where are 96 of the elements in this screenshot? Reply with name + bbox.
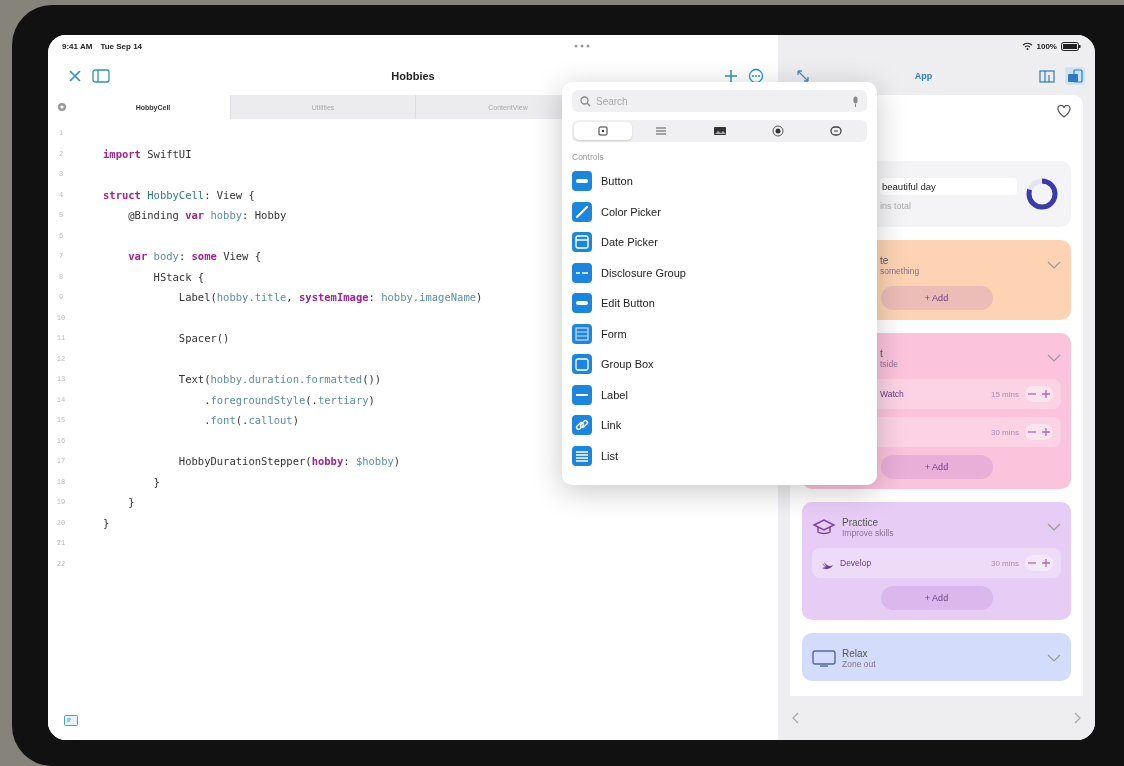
category-subtitle: Improve skills bbox=[842, 527, 895, 538]
sidebar-icon[interactable] bbox=[92, 69, 110, 83]
code-line: Label(hobby.title, systemImage: hobby.imageName) bbox=[177, 291, 483, 304]
console-icon[interactable] bbox=[64, 714, 78, 726]
library-item[interactable]: Label bbox=[572, 379, 867, 410]
duration-stepper[interactable] bbox=[1025, 386, 1053, 402]
photo-icon bbox=[712, 125, 727, 137]
code-line: } bbox=[152, 475, 160, 488]
search-icon bbox=[580, 95, 591, 107]
code-line: Spacer() bbox=[177, 332, 230, 345]
link-icon bbox=[572, 415, 592, 436]
category-title: t bbox=[880, 347, 884, 359]
calendar-icon bbox=[572, 232, 592, 253]
library-item[interactable]: List bbox=[572, 440, 867, 471]
close-icon[interactable] bbox=[68, 69, 82, 83]
add-button[interactable]: + Add bbox=[880, 286, 993, 310]
box-icon bbox=[572, 354, 592, 375]
library-item[interactable]: Edit Button bbox=[572, 288, 867, 319]
hobby-name: Watch bbox=[880, 389, 905, 399]
text-field[interactable]: beautiful day bbox=[880, 177, 1017, 195]
add-button[interactable]: + Add bbox=[880, 455, 993, 479]
sliders-icon bbox=[654, 125, 669, 137]
plus-icon[interactable] bbox=[1039, 558, 1053, 568]
code-line: struct HobbyCell: View { bbox=[103, 188, 255, 201]
search-field[interactable]: Search bbox=[572, 90, 867, 112]
code-line: import SwiftUI bbox=[103, 147, 192, 160]
microphone-icon[interactable] bbox=[852, 95, 859, 107]
duration-stepper[interactable] bbox=[1025, 555, 1053, 571]
chevron-left-icon[interactable] bbox=[792, 712, 799, 724]
code-line: var body: some View { bbox=[127, 250, 262, 263]
chevron-down-icon[interactable] bbox=[1047, 261, 1061, 269]
hobby-duration: 15 mins bbox=[991, 389, 1019, 399]
progress-ring bbox=[1025, 177, 1059, 211]
symbols-icon bbox=[828, 125, 843, 137]
code-line: .foregroundStyle(.tertiary) bbox=[203, 393, 375, 406]
editor-title: Hobbies bbox=[391, 70, 435, 82]
code-line: HStack { bbox=[152, 270, 205, 283]
monitor-icon bbox=[812, 648, 836, 668]
category-title: Practice bbox=[842, 516, 880, 528]
library-item[interactable]: Form bbox=[572, 318, 867, 349]
category-subtitle: something bbox=[880, 265, 921, 276]
library-item[interactable]: Color Picker bbox=[572, 196, 867, 227]
tag-icon bbox=[572, 384, 592, 405]
status-time: 9:41 AM bbox=[62, 41, 93, 51]
library-item[interactable]: Button bbox=[572, 166, 867, 197]
code-line: Text(hobby.duration.formatted()) bbox=[177, 373, 382, 386]
library-item[interactable]: Disclosure Group bbox=[572, 257, 867, 288]
hobby-duration: 30 mins bbox=[991, 427, 1019, 437]
expand-icon[interactable] bbox=[796, 69, 810, 83]
section-header: Controls bbox=[572, 152, 604, 162]
preview-mode-button[interactable] bbox=[1037, 67, 1057, 85]
status-date: Tue Sep 14 bbox=[100, 41, 143, 51]
summary-caption: ins total bbox=[880, 200, 913, 211]
add-button[interactable]: + Add bbox=[880, 586, 993, 610]
add-icon[interactable] bbox=[724, 69, 738, 83]
preview-mode-button[interactable] bbox=[1065, 67, 1085, 85]
category-subtitle: tside bbox=[880, 358, 899, 369]
chevron-right-icon[interactable] bbox=[1074, 712, 1081, 724]
chevron-down-icon[interactable] bbox=[1047, 523, 1061, 531]
hobby-duration: 30 mins bbox=[991, 558, 1019, 568]
duration-stepper[interactable] bbox=[1025, 424, 1053, 440]
circle-icon bbox=[770, 125, 785, 137]
square-icon bbox=[596, 125, 611, 137]
code-line: } bbox=[127, 496, 135, 509]
device-icon bbox=[1067, 69, 1083, 83]
heart-icon[interactable] bbox=[1057, 105, 1071, 118]
wifi-icon bbox=[1021, 42, 1033, 50]
code-line: @Binding var hobby: Hobby bbox=[127, 209, 287, 222]
layout-icon bbox=[1039, 69, 1055, 83]
chevron-down-icon[interactable] bbox=[1047, 354, 1061, 362]
disclosure-icon bbox=[572, 262, 592, 283]
capsule-icon bbox=[572, 293, 592, 314]
chevron-down-icon[interactable] bbox=[1047, 654, 1061, 662]
more-icon[interactable] bbox=[748, 68, 764, 84]
graduation-cap-icon bbox=[812, 517, 836, 537]
hobby-name: Develop bbox=[840, 558, 873, 568]
battery-icon bbox=[1061, 41, 1081, 51]
capsule-icon bbox=[572, 171, 592, 192]
library-item[interactable]: Link bbox=[572, 410, 867, 441]
grid-icon bbox=[572, 323, 592, 344]
list-icon bbox=[572, 445, 592, 466]
battery-percent: 100% bbox=[1036, 41, 1057, 51]
code-line: } bbox=[103, 516, 110, 529]
library-item[interactable]: Date Picker bbox=[572, 227, 867, 258]
category-title: Relax bbox=[842, 647, 869, 659]
library-item[interactable]: Group Box bbox=[572, 349, 867, 380]
multitask-dots-icon bbox=[573, 44, 590, 48]
code-line: HobbyDurationStepper(hobby: $hobby) bbox=[177, 455, 401, 468]
pen-icon bbox=[572, 201, 592, 222]
plus-icon[interactable] bbox=[1039, 389, 1053, 399]
category-subtitle: Zone out bbox=[842, 658, 877, 669]
category-title: te bbox=[880, 254, 890, 266]
plus-icon[interactable] bbox=[1039, 427, 1053, 437]
settings-icon[interactable] bbox=[57, 102, 67, 112]
preview-title: App bbox=[913, 71, 934, 81]
code-line: .font(.callout) bbox=[203, 414, 299, 427]
